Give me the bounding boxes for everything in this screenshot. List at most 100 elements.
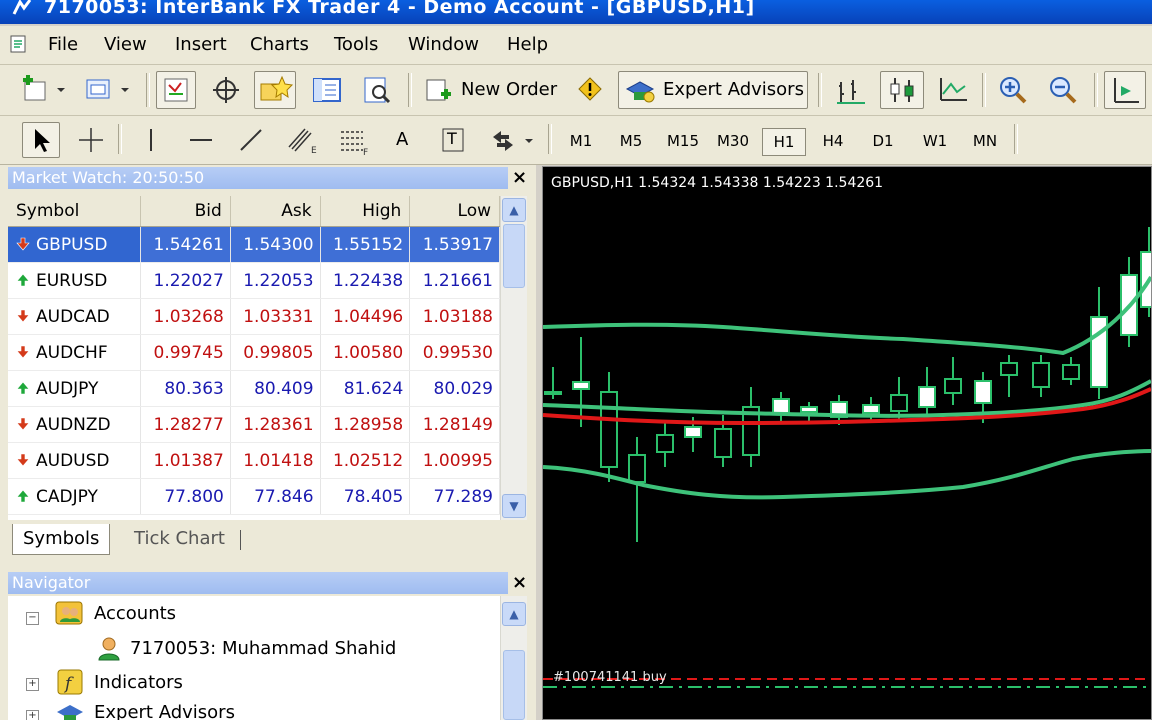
- menu-file[interactable]: File: [48, 34, 78, 55]
- horizontal-line-button[interactable]: [182, 122, 220, 158]
- autotrading-warning-button[interactable]: [570, 71, 610, 109]
- market-watch-row[interactable]: CADJPY 77.800 77.846 78.405 77.289: [8, 478, 500, 515]
- market-watch-row[interactable]: AUDCAD 1.03268 1.03331 1.04496 1.03188: [8, 298, 500, 335]
- high-cell: 1.22438: [320, 262, 411, 299]
- scroll-down-icon[interactable]: ▼: [502, 494, 526, 518]
- market-watch-row[interactable]: GBPUSD 1.54261 1.54300 1.55152 1.53917: [8, 226, 500, 263]
- menu-charts[interactable]: Charts: [250, 34, 309, 55]
- timeframe-h1[interactable]: H1: [762, 128, 806, 156]
- new-chart-button[interactable]: [18, 73, 68, 107]
- zoom-out-button[interactable]: [1042, 71, 1084, 109]
- market-watch-button[interactable]: [156, 71, 196, 109]
- arrows-dropdown-button[interactable]: [484, 122, 538, 158]
- navigator-indicators[interactable]: Indicators: [94, 672, 183, 693]
- bar-chart-button[interactable]: [830, 71, 872, 109]
- menu-help[interactable]: Help: [507, 34, 548, 55]
- navigator-account-item[interactable]: 7170053: Muhammad Shahid: [130, 638, 396, 659]
- collapse-icon[interactable]: −: [26, 612, 39, 625]
- ask-cell: 1.28361: [230, 406, 321, 443]
- candlestick-button[interactable]: [880, 71, 924, 109]
- navigator-close-icon[interactable]: ×: [512, 572, 527, 593]
- menu-insert[interactable]: Insert: [175, 34, 227, 55]
- low-cell: 77.289: [409, 478, 500, 515]
- symbol-cell: AUDNZD: [8, 406, 142, 443]
- column-low[interactable]: Low: [409, 196, 500, 227]
- data-window-button[interactable]: [206, 71, 246, 109]
- candle-body: [890, 394, 908, 412]
- expand-icon[interactable]: +: [26, 710, 39, 720]
- timeframe-mn[interactable]: MN: [964, 128, 1006, 154]
- low-cell: 1.21661: [409, 262, 500, 299]
- line-chart-button[interactable]: [932, 71, 974, 109]
- tab-tick-chart[interactable]: Tick Chart: [124, 524, 235, 554]
- navigator-accounts[interactable]: Accounts: [94, 603, 176, 624]
- column-ask[interactable]: Ask: [230, 196, 321, 227]
- ask-cell: 1.54300: [230, 226, 321, 263]
- account-user-icon: [98, 637, 120, 661]
- scroll-thumb[interactable]: [503, 224, 525, 288]
- equidistant-channel-button[interactable]: E: [282, 122, 322, 158]
- timeframe-h4[interactable]: H4: [812, 128, 854, 154]
- zoom-in-button[interactable]: [992, 71, 1034, 109]
- timeframe-w1[interactable]: W1: [914, 128, 956, 154]
- symbol-name: GBPUSD: [36, 234, 108, 255]
- channel-icon: E: [288, 128, 317, 156]
- tab-symbols[interactable]: Symbols: [12, 524, 111, 555]
- menu-view[interactable]: View: [104, 34, 147, 55]
- scroll-up-icon[interactable]: ▲: [502, 602, 526, 626]
- market-watch-row[interactable]: AUDJPY 80.363 80.409 81.624 80.029: [8, 370, 500, 407]
- column-bid[interactable]: Bid: [140, 196, 231, 227]
- profiles-button[interactable]: [82, 73, 132, 107]
- toolbar-separator: [548, 124, 552, 154]
- market-watch-close-icon[interactable]: ×: [512, 167, 527, 188]
- low-cell: 0.99530: [409, 334, 500, 371]
- market-watch-row[interactable]: EURUSD 1.22027 1.22053 1.22438 1.21661: [8, 262, 500, 299]
- navigator-button[interactable]: [254, 71, 296, 109]
- column-high[interactable]: High: [320, 196, 411, 227]
- crosshair-button[interactable]: [72, 122, 110, 158]
- text-tool-button[interactable]: A: [384, 122, 422, 158]
- market-watch-row[interactable]: AUDCHF 0.99745 0.99805 1.00580 0.99530: [8, 334, 500, 371]
- menu-tools[interactable]: Tools: [334, 34, 378, 55]
- terminal-button[interactable]: [306, 71, 348, 109]
- menu-window[interactable]: Window: [408, 34, 479, 55]
- timeframe-m30[interactable]: M30: [710, 128, 756, 154]
- arrow-up-icon: [16, 381, 30, 394]
- navigator-expert-advisors[interactable]: Expert Advisors: [94, 702, 235, 720]
- arrows-icon: [493, 131, 533, 151]
- cursor-button[interactable]: [22, 122, 60, 158]
- candle-body: [600, 391, 618, 468]
- navigator-scrollbar[interactable]: ▲: [500, 596, 527, 720]
- high-cell: 1.02512: [320, 442, 411, 479]
- trendline-button[interactable]: [232, 122, 270, 158]
- vertical-line-button[interactable]: [132, 122, 170, 158]
- new-order-button[interactable]: New Order: [418, 71, 560, 109]
- market-watch-scrollbar[interactable]: ▲ ▼: [500, 196, 527, 520]
- timeframe-m15[interactable]: M15: [660, 128, 706, 154]
- high-cell: 81.624: [320, 370, 411, 407]
- candle-body: [800, 406, 818, 413]
- expert-advisors-button[interactable]: Expert Advisors: [618, 71, 808, 109]
- text-label-button[interactable]: T: [434, 122, 472, 158]
- bid-cell: 80.363: [140, 370, 231, 407]
- expand-icon[interactable]: +: [26, 678, 39, 691]
- expert-advisors-icon: [57, 705, 83, 720]
- strategy-tester-button[interactable]: [356, 71, 398, 109]
- strategy-tester-icon: [364, 77, 391, 104]
- bid-cell: 1.28277: [140, 406, 231, 443]
- bid-cell: 77.800: [140, 478, 231, 515]
- scroll-thumb[interactable]: [503, 650, 525, 720]
- column-symbol[interactable]: Symbol: [8, 196, 142, 227]
- timeframe-d1[interactable]: D1: [862, 128, 904, 154]
- symbol-name: AUDJPY: [36, 378, 99, 399]
- market-watch-row[interactable]: AUDNZD 1.28277 1.28361 1.28958 1.28149: [8, 406, 500, 443]
- chart-shift-button[interactable]: [1104, 71, 1146, 109]
- fibonacci-button[interactable]: F: [334, 122, 374, 158]
- price-chart[interactable]: GBPUSD,H1 1.54324 1.54338 1.54223 1.5426…: [542, 166, 1152, 720]
- low-cell: 1.53917: [409, 226, 500, 263]
- market-watch-row[interactable]: AUDUSD 1.01387 1.01418 1.02512 1.00995: [8, 442, 500, 479]
- chart-ohlc-info: GBPUSD,H1 1.54324 1.54338 1.54223 1.5426…: [551, 175, 884, 191]
- timeframe-m5[interactable]: M5: [610, 128, 652, 154]
- scroll-up-icon[interactable]: ▲: [502, 198, 526, 222]
- timeframe-m1[interactable]: M1: [560, 128, 602, 154]
